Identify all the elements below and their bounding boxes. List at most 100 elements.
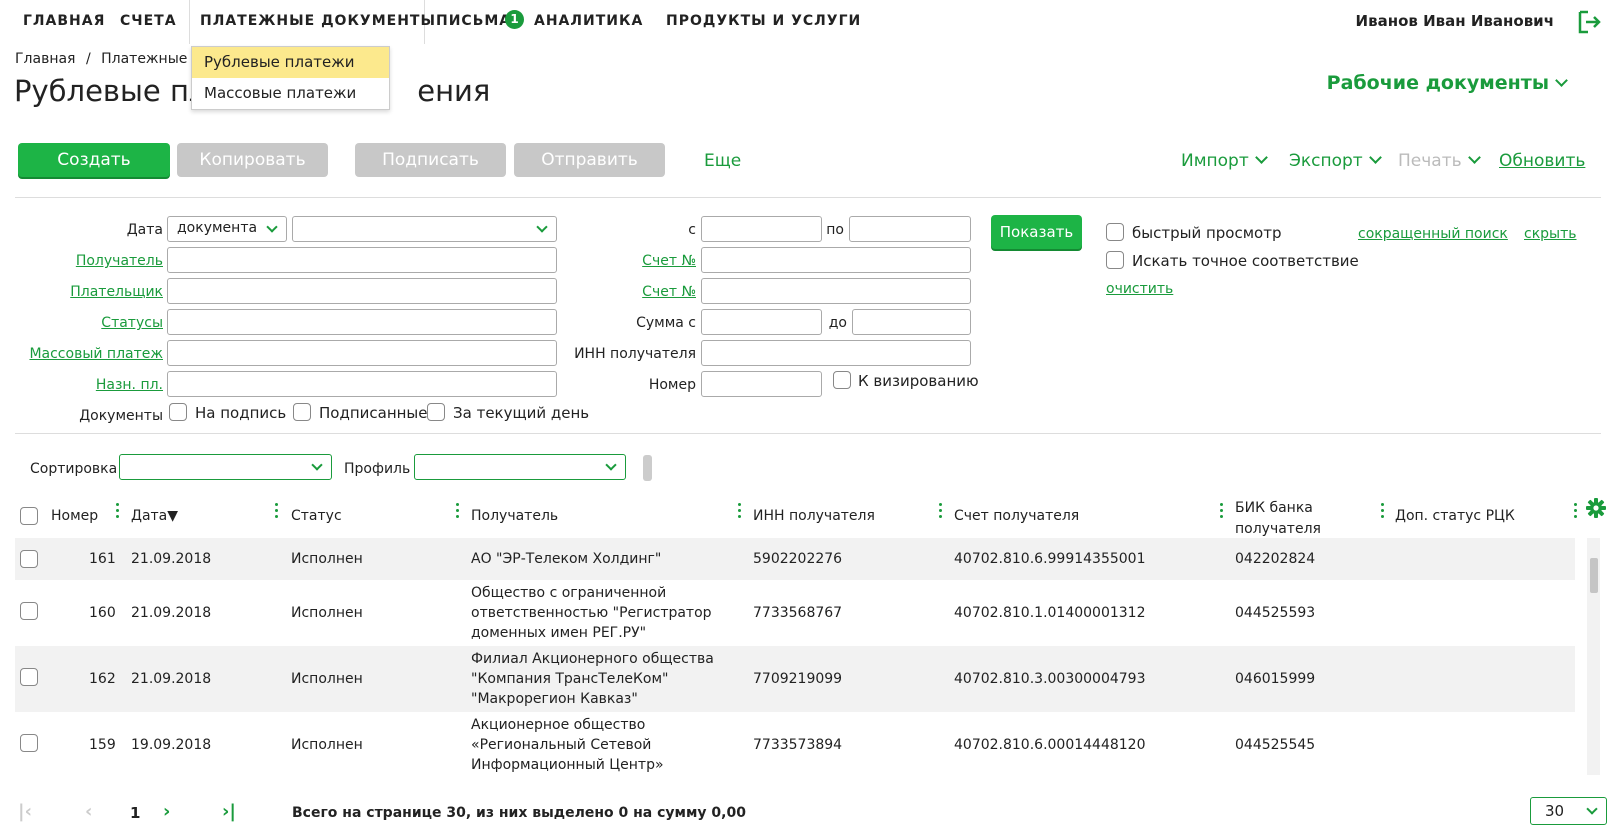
nav-home[interactable]: ГЛАВНАЯ: [23, 13, 105, 29]
first-page-icon[interactable]: |‹: [18, 801, 32, 822]
account-link-1[interactable]: Счет №: [596, 253, 696, 269]
logout-icon[interactable]: [1577, 9, 1603, 35]
col-date[interactable]: Дата▼: [131, 508, 178, 524]
col-resize-handle[interactable]: [1220, 503, 1223, 523]
page-size-select[interactable]: 30: [1530, 797, 1607, 825]
sum-from-input[interactable]: [701, 309, 822, 335]
signed-checkbox[interactable]: [293, 403, 311, 421]
select-all-checkbox[interactable]: [20, 507, 38, 525]
nav-payment-documents[interactable]: ПЛАТЕЖНЫЕ ДОКУМЕНТЫ: [200, 13, 436, 29]
col-bik[interactable]: БИК банка получателя: [1235, 498, 1321, 540]
breadcrumb-home[interactable]: Главная: [15, 51, 75, 67]
statuses-link[interactable]: Статусы: [50, 315, 163, 331]
table-row[interactable]: 159 19.09.2018 Исполнен Акционерное обще…: [15, 712, 1575, 778]
col-resize-handle[interactable]: [1381, 503, 1384, 523]
account-link-2[interactable]: Счет №: [596, 284, 696, 300]
col-resize-handle[interactable]: [275, 503, 278, 523]
next-page-icon[interactable]: ›: [163, 801, 170, 822]
chevron-down-icon: [311, 459, 323, 471]
menu-item-mass-payments[interactable]: Массовые платежи: [192, 78, 389, 109]
recipient-link[interactable]: Получатель: [50, 253, 163, 269]
nav-analytics[interactable]: АНАЛИТИКА: [534, 13, 643, 29]
for-signing-checkbox[interactable]: [169, 403, 187, 421]
hide-link[interactable]: скрыть: [1524, 226, 1577, 242]
statuses-input[interactable]: [167, 309, 557, 335]
payer-link[interactable]: Плательщик: [50, 284, 163, 300]
mass-payment-link[interactable]: Массовый платеж: [20, 346, 163, 362]
col-resize-handle[interactable]: [738, 503, 741, 523]
mass-payment-input[interactable]: [167, 340, 557, 366]
breadcrumb-current[interactable]: Платежные д: [101, 51, 201, 67]
cell-account: 40702.810.6.00014448120: [954, 737, 1146, 753]
recipient-input[interactable]: [167, 247, 557, 273]
sign-button[interactable]: Подписать: [355, 143, 506, 177]
cell-inn: 7733573894: [753, 737, 843, 753]
inn-label: ИНН получателя: [574, 346, 696, 362]
show-button[interactable]: Показать: [991, 215, 1082, 249]
more-button[interactable]: Еще: [704, 151, 741, 171]
col-resize-handle[interactable]: [939, 503, 942, 523]
gear-icon[interactable]: [1585, 497, 1607, 519]
copy-button[interactable]: Копировать: [177, 143, 328, 177]
col-number[interactable]: Номер: [51, 508, 98, 524]
import-menu[interactable]: Импорт: [1181, 151, 1268, 171]
table-row[interactable]: 160 21.09.2018 Исполнен Общество с огран…: [15, 580, 1575, 646]
purpose-link[interactable]: Назн. пл.: [50, 377, 163, 393]
export-menu[interactable]: Экспорт: [1289, 151, 1382, 171]
nav-products[interactable]: ПРОДУКТЫ И УСЛУГИ: [666, 13, 861, 29]
refresh-link[interactable]: Обновить: [1499, 151, 1585, 171]
quick-view-checkbox[interactable]: [1106, 223, 1124, 241]
today-checkbox[interactable]: [427, 403, 445, 421]
page-title-end: ения: [417, 74, 491, 108]
col-extra-status[interactable]: Доп. статус РЦК: [1395, 508, 1515, 524]
account-input-2[interactable]: [701, 278, 971, 304]
sort-select[interactable]: [119, 454, 332, 480]
inn-input[interactable]: [701, 340, 971, 366]
row-checkbox[interactable]: [20, 668, 38, 686]
send-button[interactable]: Отправить: [514, 143, 665, 177]
short-search-link[interactable]: сокращенный поиск: [1358, 226, 1508, 242]
cell-status: Исполнен: [291, 671, 363, 687]
menu-item-ruble-payments[interactable]: Рублевые платежи: [192, 47, 389, 78]
sum-to-input[interactable]: [852, 309, 971, 335]
nav-letters[interactable]: ПИСЬМА: [436, 13, 511, 29]
row-checkbox[interactable]: [20, 550, 38, 568]
profile-handle[interactable]: [643, 455, 652, 481]
exact-match-checkbox[interactable]: [1106, 251, 1124, 269]
cell-bik: 042202824: [1235, 551, 1316, 567]
print-menu[interactable]: Печать: [1398, 151, 1481, 171]
account-input-1[interactable]: [701, 247, 971, 273]
date-type-select[interactable]: документа: [167, 216, 287, 242]
user-name[interactable]: Иванов Иван Иванович: [1356, 12, 1554, 30]
prev-page-icon[interactable]: ‹: [85, 801, 92, 822]
table-scrollbar[interactable]: [1587, 538, 1600, 775]
last-page-icon[interactable]: ›|: [222, 801, 236, 822]
date-period-select[interactable]: [292, 216, 557, 242]
create-button[interactable]: Создать: [18, 143, 170, 177]
number-input[interactable]: [701, 371, 822, 397]
date-to-input[interactable]: [849, 216, 971, 242]
work-documents-toggle[interactable]: Рабочие документы: [1327, 72, 1568, 94]
row-checkbox[interactable]: [20, 602, 38, 620]
date-label: Дата: [126, 222, 163, 238]
col-resize-handle[interactable]: [116, 503, 119, 523]
purpose-input[interactable]: [167, 371, 557, 397]
col-account[interactable]: Счет получателя: [954, 508, 1079, 524]
col-recipient[interactable]: Получатель: [471, 508, 558, 524]
chevron-down-icon: [536, 221, 548, 233]
clear-link[interactable]: очистить: [1106, 281, 1173, 297]
table-row[interactable]: 162 21.09.2018 Исполнен Филиал Акционерн…: [15, 646, 1575, 712]
cell-status: Исполнен: [291, 737, 363, 753]
scrollbar-thumb[interactable]: [1590, 558, 1598, 593]
profile-select[interactable]: [414, 454, 626, 480]
col-inn[interactable]: ИНН получателя: [753, 508, 875, 524]
nav-accounts[interactable]: СЧЕТА: [120, 13, 177, 29]
payer-input[interactable]: [167, 278, 557, 304]
date-from-input[interactable]: [701, 216, 822, 242]
col-resize-handle[interactable]: [1574, 503, 1577, 523]
col-status[interactable]: Статус: [291, 508, 342, 524]
for-visa-checkbox[interactable]: [833, 371, 851, 389]
col-resize-handle[interactable]: [456, 503, 459, 523]
row-checkbox[interactable]: [20, 734, 38, 752]
table-row[interactable]: 161 21.09.2018 Исполнен АО "ЭР-Телеком Х…: [15, 538, 1575, 580]
